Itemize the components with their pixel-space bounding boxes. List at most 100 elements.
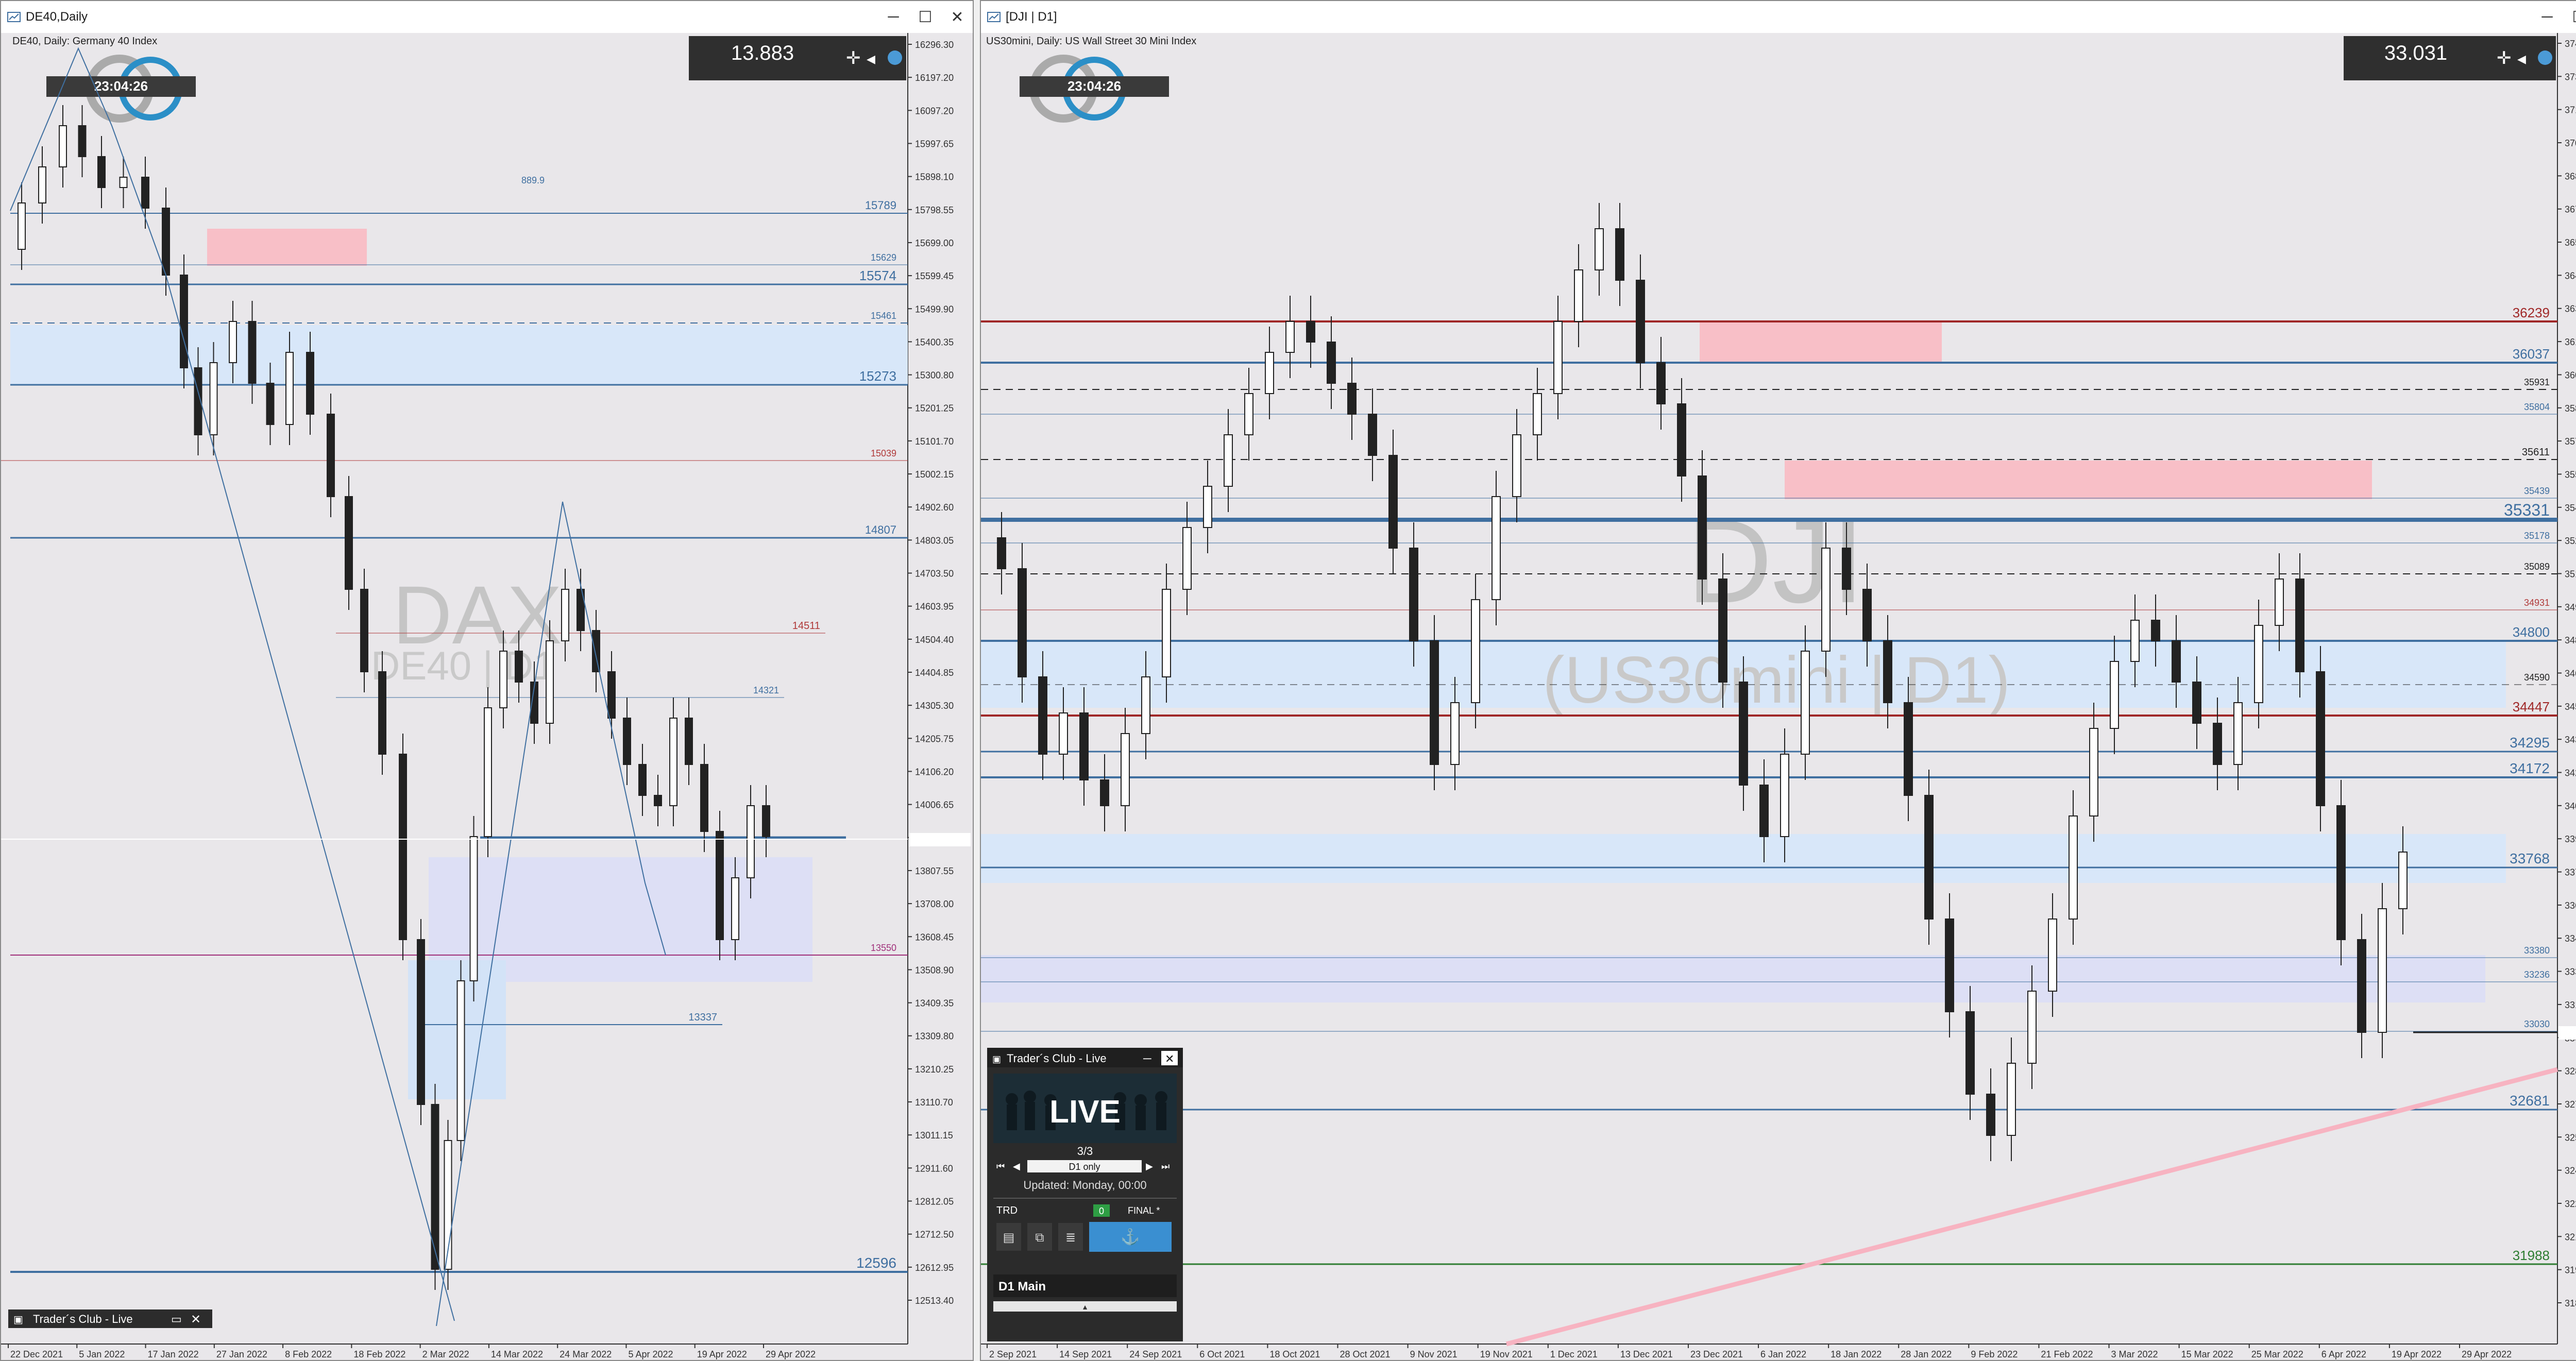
- price-tick-label: 33470.00: [2565, 933, 2576, 944]
- candle: [1512, 434, 1521, 497]
- left-window-title: DE40,Daily: [26, 10, 88, 24]
- date-tick-label: 14 Sep 2021: [1059, 1349, 1112, 1359]
- candle: [18, 202, 26, 250]
- level-label: 35089: [2524, 562, 2550, 572]
- left-titlebar[interactable]: DE40,Daily ─ ☐ ✕: [1, 1, 973, 33]
- tc-app-icon: ▣: [13, 1314, 23, 1325]
- price-tick-label: 12712.50: [915, 1230, 954, 1240]
- level-label: 13550: [871, 943, 896, 953]
- candle: [209, 362, 218, 435]
- tc-restore-icon[interactable]: ▭: [171, 1313, 182, 1325]
- candle: [669, 718, 677, 806]
- level-label: 15574: [859, 268, 896, 283]
- candle: [1759, 785, 1769, 837]
- candle: [1533, 393, 1542, 435]
- left-chart-area[interactable]: DAX DE40 | D1 889.9 DE40, Daily: Germany…: [1, 33, 973, 1361]
- candle: [484, 707, 492, 837]
- prev-icon[interactable]: ◀: [2517, 53, 2526, 65]
- price-tick-label: 15201.25: [915, 403, 954, 414]
- candle: [1801, 651, 1810, 755]
- price-tick-label: 35854.00: [2565, 403, 2576, 414]
- price-tick-label: 12612.95: [915, 1263, 954, 1273]
- panel-minimize-icon[interactable]: ─: [1143, 1052, 1151, 1065]
- candle: [2007, 1063, 2016, 1136]
- level-label: 34447: [2513, 699, 2550, 714]
- date-tick-label: 28 Jan 2022: [1901, 1349, 1952, 1359]
- candle: [2089, 728, 2098, 816]
- price-tick-label: 13210.25: [915, 1064, 954, 1075]
- price-tick-label: 14404.85: [915, 668, 954, 678]
- price-tick-label: 15699.00: [915, 238, 954, 248]
- left-clock: 23:04:26: [94, 78, 148, 94]
- candle: [378, 671, 386, 755]
- date-tick-label: 14 Mar 2022: [491, 1349, 543, 1359]
- maximize-button[interactable]: ☐: [915, 7, 936, 27]
- candle: [1409, 548, 1418, 641]
- panel-filter: D1 only: [1069, 1162, 1100, 1172]
- crosshair-icon[interactable]: ✛: [846, 48, 861, 68]
- candle: [1141, 676, 1150, 734]
- right-chart-window: [DJI | D1] ─ ☐ ✕ DJI (US30mini | D1) US3…: [980, 0, 2576, 1361]
- candle: [417, 939, 425, 1105]
- price-tick-label: 36301.00: [2565, 304, 2576, 314]
- trader-club-panel[interactable]: ▣ Trader´s Club - Live ─ ✕ LIVE 3/3 ⏮ ◀ …: [987, 1048, 1183, 1341]
- right-spread-value: 33.031: [2384, 42, 2447, 64]
- level-label: 33380: [2524, 945, 2550, 956]
- candle: [38, 166, 46, 203]
- prev-icon[interactable]: ◀: [1013, 1161, 1020, 1171]
- candle: [1450, 702, 1460, 765]
- candle: [1636, 280, 1645, 363]
- price-tick-label: 13309.80: [915, 1031, 954, 1042]
- candle: [248, 321, 257, 384]
- price-tick-label: 15499.90: [915, 304, 954, 314]
- close-button[interactable]: ✕: [947, 7, 968, 27]
- maximize-button[interactable]: ☐: [2569, 7, 2576, 27]
- price-tick-label: 35556.00: [2565, 469, 2576, 480]
- price-tick-label: 35258.00: [2565, 536, 2576, 546]
- right-titlebar[interactable]: [DJI | D1] ─ ☐ ✕: [981, 1, 2576, 33]
- level-label: 15461: [871, 311, 896, 321]
- candle: [1430, 640, 1439, 765]
- price-tick-label: 34811.00: [2565, 635, 2576, 645]
- left-watermark-sub: DE40 | D1: [371, 643, 555, 688]
- price-tick-label: 36152.00: [2565, 337, 2576, 347]
- panel-close-icon[interactable]: ✕: [1165, 1052, 1174, 1065]
- price-tick-label: 32725.00: [2565, 1099, 2576, 1110]
- candle: [1574, 269, 1583, 322]
- candle: [2316, 671, 2325, 806]
- minimize-button[interactable]: ─: [883, 7, 904, 27]
- prev-icon[interactable]: ◀: [867, 53, 875, 65]
- price-tick-label: 37046.00: [2565, 138, 2576, 148]
- minimize-button[interactable]: ─: [2537, 7, 2557, 27]
- candle: [97, 156, 106, 188]
- level-label: 34590: [2524, 672, 2550, 683]
- date-tick-label: 18 Oct 2021: [1269, 1349, 1320, 1359]
- trd-label: TRD: [996, 1205, 1018, 1216]
- level-label: 14807: [865, 523, 896, 536]
- last-icon[interactable]: ⏭: [1161, 1161, 1170, 1171]
- level-label: 15789: [865, 199, 896, 212]
- candle: [229, 321, 237, 363]
- date-tick-label: 5 Apr 2022: [628, 1349, 673, 1359]
- final-badge-count: 0: [1099, 1206, 1104, 1216]
- candle: [1698, 475, 1707, 580]
- candle: [1471, 599, 1480, 703]
- candle: [2172, 640, 2181, 683]
- level-label: 36239: [2513, 305, 2550, 320]
- date-tick-label: 2 Sep 2021: [989, 1349, 1037, 1359]
- candle: [306, 352, 314, 415]
- date-tick-label: 6 Apr 2022: [2321, 1349, 2366, 1359]
- price-tick-label: 32427.00: [2565, 1166, 2576, 1176]
- tc-close-icon[interactable]: ✕: [191, 1313, 201, 1326]
- crosshair-icon[interactable]: ✛: [2497, 48, 2512, 68]
- level-label: 35611: [2522, 447, 2550, 458]
- next-icon[interactable]: ▶: [1146, 1161, 1153, 1171]
- first-icon[interactable]: ⏮: [996, 1161, 1005, 1171]
- price-tick-label: 15599.45: [915, 271, 954, 281]
- price-tick-label: 13807.55: [915, 866, 954, 876]
- right-chart-area[interactable]: DJI (US30mini | D1) US30mini, Daily: US …: [981, 33, 2576, 1361]
- candle: [1492, 496, 1501, 600]
- candle: [607, 671, 616, 719]
- candle: [78, 125, 87, 157]
- level-label: 13337: [688, 1012, 717, 1023]
